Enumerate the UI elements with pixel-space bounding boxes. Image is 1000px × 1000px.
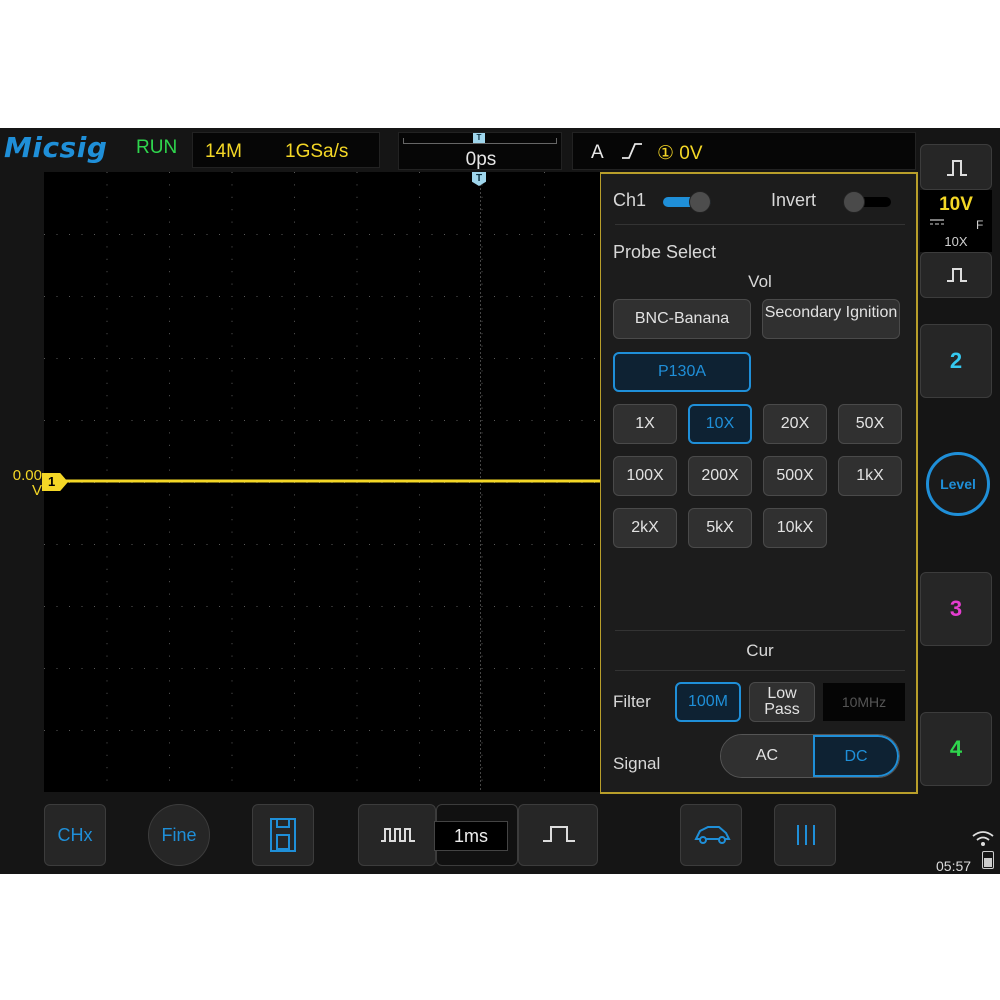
oscilloscope-screen: Micsig RUN 14M 1GSa/s T 0ps A ① 0V T 0.0… xyxy=(0,128,1000,874)
ch1-info[interactable]: 10V F 10X xyxy=(920,190,992,252)
ratio-10x-button[interactable]: 10X xyxy=(688,404,752,444)
memory-depth: 14M xyxy=(205,141,242,162)
timebase-decrease-button[interactable] xyxy=(358,804,436,866)
cursors-button[interactable] xyxy=(774,804,836,866)
ratio-2kx-button[interactable]: 2kX xyxy=(613,508,677,548)
ch2-button[interactable]: 2 xyxy=(920,324,992,398)
probe-secondary-ignition-button[interactable]: Secondary Ignition xyxy=(762,299,900,339)
signal-label: Signal xyxy=(613,754,661,773)
ratio-1kx-button[interactable]: 1kX xyxy=(838,456,902,496)
ratio-10kx-button[interactable]: 10kX xyxy=(763,508,827,548)
signal-coupling-switch: AC DC xyxy=(720,734,900,778)
grid-lines xyxy=(44,172,600,793)
save-button[interactable] xyxy=(252,804,314,866)
micsig-logo: Micsig xyxy=(4,131,108,164)
rising-edge-icon xyxy=(621,142,643,166)
vol-label: Vol xyxy=(748,272,772,291)
ch1-scale: 10V xyxy=(939,194,973,215)
ch1-offset-label: 0.00 V xyxy=(4,468,42,498)
save-icon xyxy=(270,818,296,852)
filter-100m-button[interactable]: 100M xyxy=(675,682,741,722)
ch1-offset-value: 0.00 xyxy=(12,467,42,484)
acquisition-info[interactable]: 14M 1GSa/s xyxy=(192,132,380,168)
toggle-knob xyxy=(689,191,711,213)
trigger-info[interactable]: A ① 0V xyxy=(572,132,916,170)
sample-rate: 1GSa/s xyxy=(285,141,349,162)
ch1-control-panel: 10V F 10X xyxy=(920,144,992,300)
ch3-button[interactable]: 3 xyxy=(920,572,992,646)
trigger-level: ① 0V xyxy=(657,143,703,164)
ch1-scale-up-button[interactable] xyxy=(920,144,992,190)
ch1-offset-unit: V xyxy=(31,482,42,499)
level-button[interactable]: Level xyxy=(926,452,990,516)
ch1-enable-toggle[interactable] xyxy=(663,191,711,213)
filter-lowpass-button[interactable]: Low Pass xyxy=(749,682,815,722)
horizontal-delay: 0ps xyxy=(465,149,497,170)
dc-coupling-icon xyxy=(930,218,944,229)
ratio-500x-button[interactable]: 500X xyxy=(763,456,827,496)
trigger-source: A xyxy=(591,142,604,163)
clock: 05:57 xyxy=(936,858,972,874)
timebase-increase-button[interactable] xyxy=(518,804,598,866)
ratio-5kx-button[interactable]: 5kX xyxy=(688,508,752,548)
ch4-label: 4 xyxy=(949,736,963,761)
ratio-20x-button[interactable]: 20X xyxy=(763,404,827,444)
filter-frequency-field[interactable]: 10MHz xyxy=(823,683,905,721)
ch1-bandwidth: F xyxy=(976,218,984,232)
invert-label: Invert xyxy=(771,190,817,210)
divider xyxy=(615,630,905,631)
signal-dc-button[interactable]: DC xyxy=(813,735,899,777)
probe-settings-panel: Ch1 Invert Probe Select Vol BNC-Banana S… xyxy=(600,172,918,794)
invert-toggle[interactable] xyxy=(843,191,891,213)
automotive-button[interactable] xyxy=(680,804,742,866)
ch1-label: Ch1 xyxy=(613,190,647,210)
probe-bnc-banana-button[interactable]: BNC-Banana xyxy=(613,299,751,339)
horizontal-position-box[interactable]: T 0ps xyxy=(398,132,562,170)
timebase-value[interactable]: 1ms xyxy=(434,821,508,851)
filter-label: Filter xyxy=(613,692,651,711)
signal-ac-button[interactable]: AC xyxy=(721,735,813,777)
multi-pulse-icon xyxy=(381,828,415,842)
car-icon xyxy=(694,826,731,844)
run-status[interactable]: RUN xyxy=(136,136,177,160)
wifi-icon xyxy=(972,831,994,846)
fine-button[interactable]: Fine xyxy=(148,804,210,866)
pulse-icon xyxy=(947,160,967,176)
waveform-grid[interactable] xyxy=(44,172,600,793)
single-pulse-icon xyxy=(543,826,575,842)
ratio-100x-button[interactable]: 100X xyxy=(613,456,677,496)
cur-label: Cur xyxy=(746,641,774,660)
chx-button[interactable]: CHx xyxy=(44,804,106,866)
ch1-scale-down-button[interactable] xyxy=(920,252,992,298)
toggle-knob xyxy=(843,191,865,213)
trigger-time-marker: T xyxy=(473,133,485,143)
ch3-label: 3 xyxy=(949,596,963,621)
divider xyxy=(615,224,905,225)
ch2-label: 2 xyxy=(949,348,963,373)
divider xyxy=(615,670,905,671)
ratio-1x-button[interactable]: 1X xyxy=(613,404,677,444)
cursor-lines-icon xyxy=(797,825,815,845)
battery-icon xyxy=(982,851,994,869)
ch4-button[interactable]: 4 xyxy=(920,712,992,786)
ratio-200x-button[interactable]: 200X xyxy=(688,456,752,496)
ch1-probe-ratio: 10X xyxy=(944,234,968,249)
probe-p130a-button[interactable]: P130A xyxy=(613,352,751,392)
pulse-icon xyxy=(947,268,967,282)
probe-select-label: Probe Select xyxy=(613,242,717,262)
ratio-50x-button[interactable]: 50X xyxy=(838,404,902,444)
